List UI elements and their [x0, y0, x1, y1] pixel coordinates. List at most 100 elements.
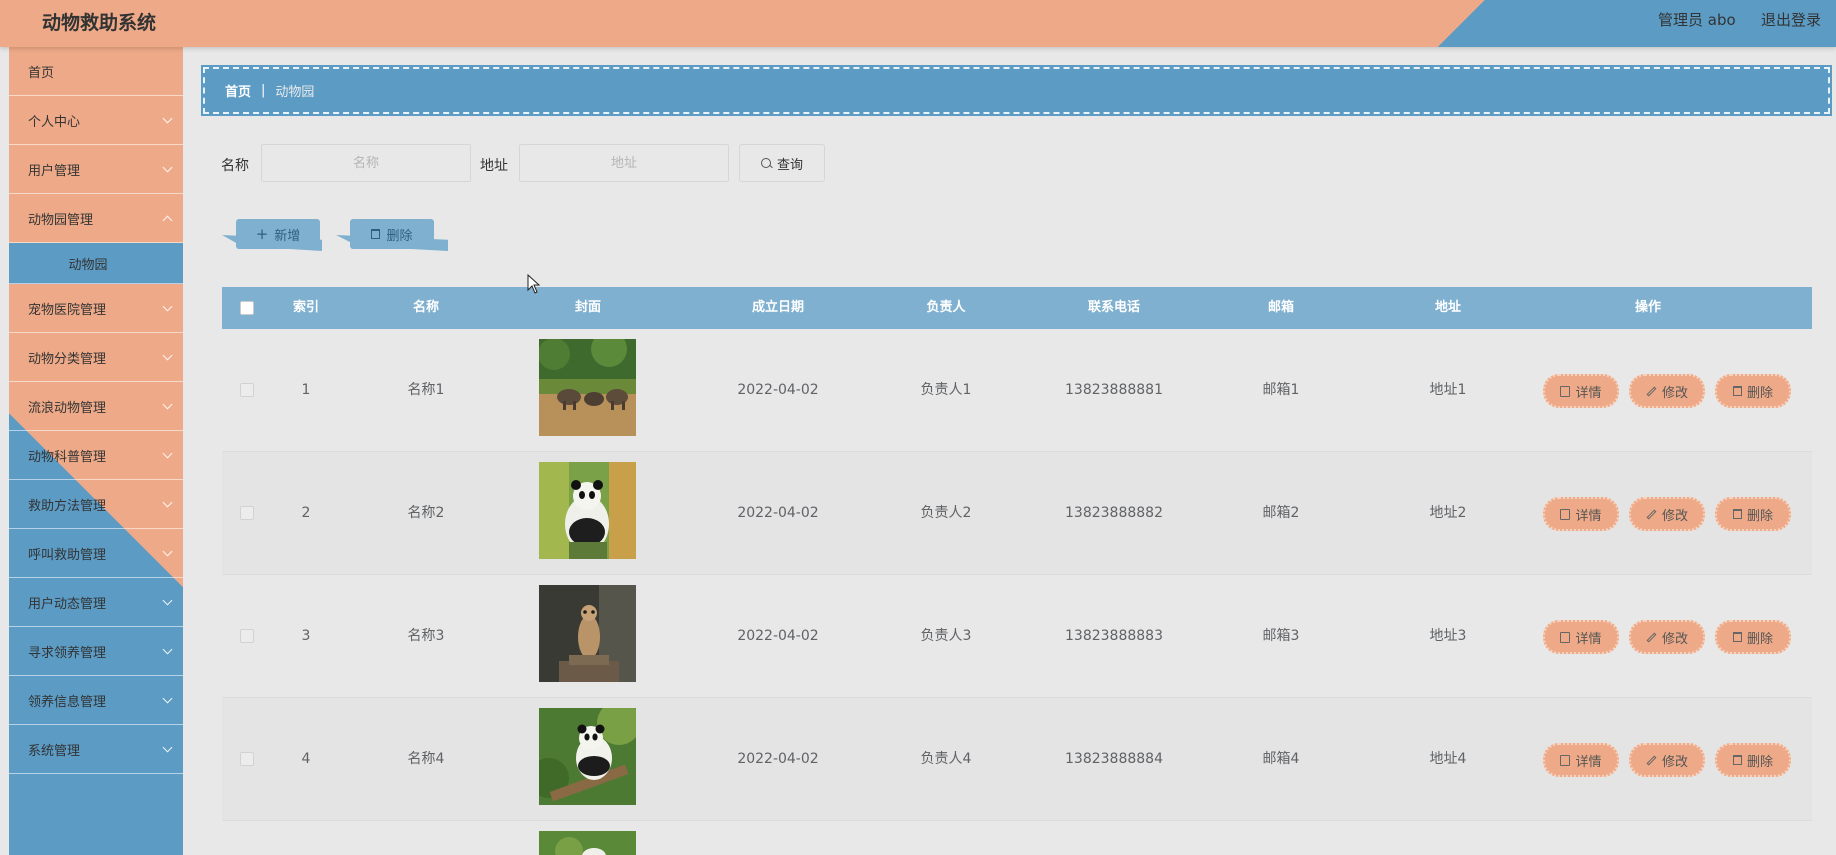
chevron-down-icon [162, 399, 173, 410]
detail-button[interactable]: 详情 [1543, 374, 1619, 408]
column-header-address: 地址 [1434, 300, 1461, 315]
document-icon [1560, 385, 1571, 397]
cell-manager: 负责人4 [920, 751, 972, 767]
sidebar-item-call-rescue[interactable]: 呼叫救助管理 [9, 529, 183, 578]
delete-button-label: 删除 [1746, 508, 1773, 524]
address-search-input[interactable] [519, 144, 729, 182]
detail-button[interactable]: 详情 [1543, 497, 1619, 531]
row-checkbox[interactable] [240, 629, 254, 643]
cover-image-panda-tree [539, 708, 636, 805]
edit-icon [1646, 632, 1657, 642]
cell-email: 邮箱1 [1262, 382, 1300, 398]
address-search-label: 地址 [480, 158, 508, 174]
row-checkbox[interactable] [240, 506, 254, 520]
document-icon [1560, 631, 1571, 643]
detail-button-label: 详情 [1575, 385, 1602, 401]
edit-button[interactable]: 修改 [1629, 497, 1705, 531]
breadcrumb: 首页 | 动物园 [201, 65, 1832, 116]
row-checkbox[interactable] [240, 383, 254, 397]
sidebar-item-home[interactable]: 首页 [9, 47, 183, 96]
sidebar-item-label: 动物园管理 [28, 212, 94, 228]
sidebar-subitem-zoo[interactable]: 动物园 [9, 243, 183, 284]
search-icon [760, 157, 772, 169]
sidebar-subitem-label: 动物园 [68, 257, 108, 273]
add-button[interactable]: + 新增 [236, 219, 320, 249]
delete-button[interactable]: 删除 [1715, 497, 1791, 531]
sidebar-item-rescue-method[interactable]: 救助方法管理 [9, 480, 183, 529]
batch-delete-button[interactable]: 删除 [350, 219, 434, 249]
document-icon [1560, 754, 1571, 766]
cell-phone: 13823888884 [1065, 751, 1163, 767]
chevron-down-icon [162, 693, 173, 704]
sidebar-item-stray-animal[interactable]: 流浪动物管理 [9, 382, 183, 431]
cell-date: 2022-04-02 [737, 505, 819, 521]
delete-button-label: 删除 [1746, 754, 1773, 770]
batch-delete-label: 删除 [386, 228, 413, 244]
column-header-name: 名称 [412, 300, 439, 315]
sidebar-item-user-posts[interactable]: 用户动态管理 [9, 578, 183, 627]
sidebar-item-user-management[interactable]: 用户管理 [9, 145, 183, 194]
cell-name: 名称1 [407, 382, 445, 398]
cell-index: 1 [301, 382, 311, 398]
edit-button[interactable]: 修改 [1629, 743, 1705, 777]
chevron-down-icon [162, 595, 173, 606]
chevron-down-icon [162, 644, 173, 655]
trash-icon [1732, 386, 1742, 396]
plus-icon: + [255, 225, 269, 243]
edit-button[interactable]: 修改 [1629, 374, 1705, 408]
detail-button[interactable]: 详情 [1543, 743, 1619, 777]
row-checkbox[interactable] [240, 752, 254, 766]
query-button-label: 查询 [776, 157, 803, 173]
sidebar-item-label: 个人中心 [28, 114, 81, 130]
sidebar-item-label: 流浪动物管理 [28, 400, 107, 416]
edit-icon [1646, 386, 1657, 396]
sidebar-item-pet-hospital[interactable]: 宠物医院管理 [9, 284, 183, 333]
cover-image-elephants [539, 339, 636, 436]
app-title: 动物救助系统 [42, 12, 157, 34]
sidebar-item-adoption-info[interactable]: 领养信息管理 [9, 676, 183, 725]
sidebar-item-label: 宠物医院管理 [28, 302, 107, 318]
delete-button[interactable]: 删除 [1715, 620, 1791, 654]
sidebar-item-adoption-request[interactable]: 寻求领养管理 [9, 627, 183, 676]
sidebar-item-label: 系统管理 [28, 743, 81, 759]
sidebar-item-animal-category[interactable]: 动物分类管理 [9, 333, 183, 382]
delete-button[interactable]: 删除 [1715, 374, 1791, 408]
trash-icon [1732, 632, 1742, 642]
table-row: 4 名称4 2022-04-02 负责人4 13823888884 邮箱4 地址… [222, 698, 1812, 821]
cell-date: 2022-04-02 [737, 382, 819, 398]
detail-button-label: 详情 [1575, 754, 1602, 770]
sidebar-item-label: 救助方法管理 [28, 498, 107, 514]
zoo-table: 索引 名称 封面 成立日期 负责人 联系电话 邮箱 地址 操作 1 名称1 20… [222, 287, 1812, 855]
chevron-down-icon [162, 497, 173, 508]
admin-user-label: 管理员 abo [1658, 11, 1736, 29]
cell-name: 名称4 [407, 751, 445, 767]
logout-link[interactable]: 退出登录 [1761, 9, 1821, 30]
delete-button-label: 删除 [1746, 631, 1773, 647]
sidebar-item-personal-center[interactable]: 个人中心 [9, 96, 183, 145]
cover-image-meerkat [539, 585, 636, 682]
delete-button[interactable]: 删除 [1715, 743, 1791, 777]
detail-button[interactable]: 详情 [1543, 620, 1619, 654]
chevron-down-icon [162, 162, 173, 173]
sidebar-item-label: 用户动态管理 [28, 596, 107, 612]
sidebar-item-label: 动物科普管理 [28, 449, 107, 465]
sidebar-item-system[interactable]: 系统管理 [9, 725, 183, 774]
table-row-partial [222, 821, 1812, 855]
chevron-down-icon [162, 350, 173, 361]
query-button[interactable]: 查询 [739, 144, 825, 182]
cell-index: 4 [301, 751, 311, 767]
cell-manager: 负责人3 [920, 628, 972, 644]
cell-address: 地址1 [1429, 382, 1467, 398]
edit-button[interactable]: 修改 [1629, 620, 1705, 654]
sidebar-item-animal-science[interactable]: 动物科普管理 [9, 431, 183, 480]
cell-manager: 负责人1 [920, 382, 972, 398]
sidebar-item-zoo-management[interactable]: 动物园管理 [9, 194, 183, 243]
cell-phone: 13823888882 [1065, 505, 1163, 521]
name-search-input[interactable] [261, 144, 471, 182]
cell-address: 地址2 [1429, 505, 1467, 521]
breadcrumb-home[interactable]: 首页 [225, 81, 251, 100]
select-all-checkbox[interactable] [240, 301, 254, 315]
trash-icon [371, 229, 381, 239]
table-row: 2 名称2 2022-04-02 负责人2 13823888882 邮箱2 地址… [222, 452, 1812, 575]
cell-date: 2022-04-02 [737, 751, 819, 767]
